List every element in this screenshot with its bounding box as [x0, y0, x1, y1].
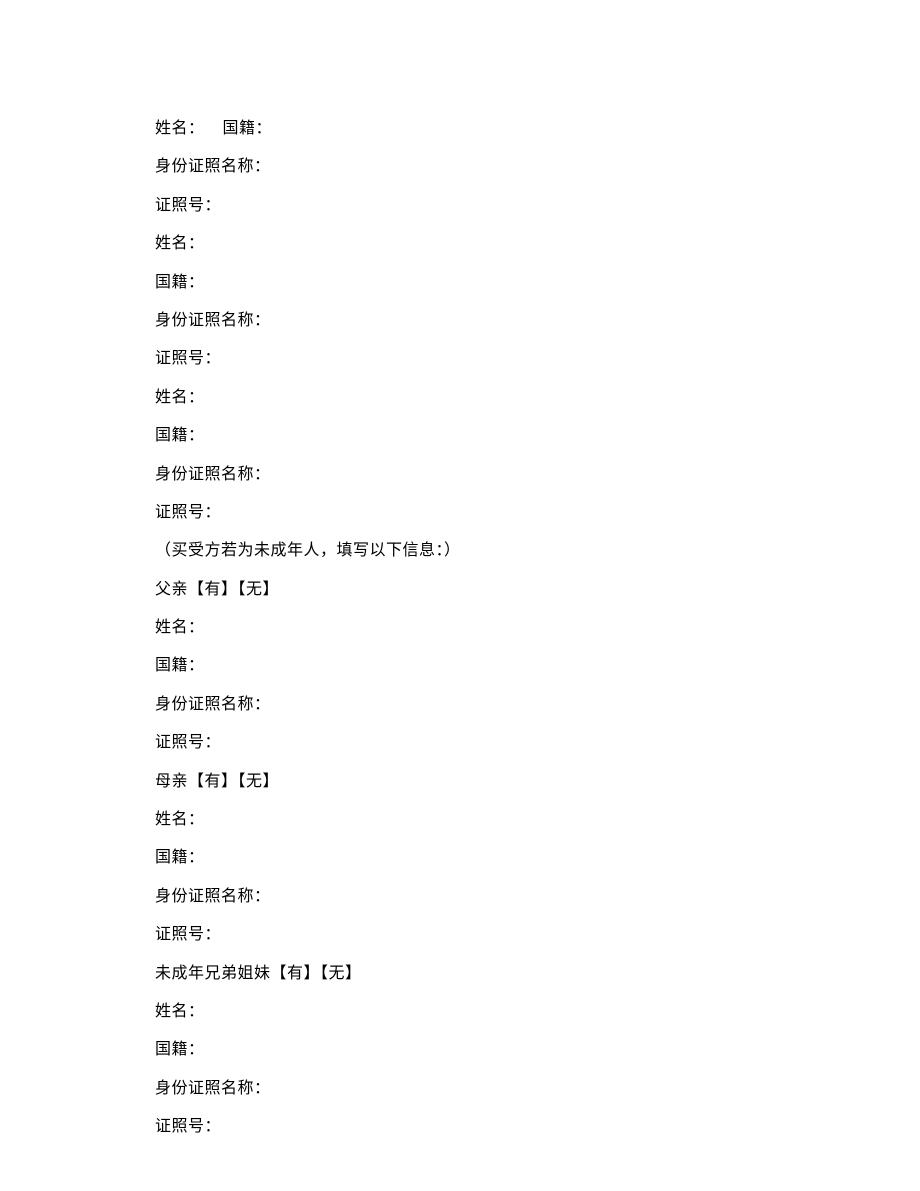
form-line: 国籍：: [155, 1031, 920, 1069]
form-line: 身份证照名称：: [155, 878, 920, 916]
field-label: 未成年兄弟姐妹【有】【无】: [155, 965, 362, 982]
field-label: 身份证照名称：: [155, 1080, 271, 1097]
field-label: 父亲【有】【无】: [155, 581, 279, 598]
form-line: 姓名：: [155, 609, 920, 647]
field-label: 姓名：: [155, 619, 205, 636]
form-line: 姓名：: [155, 379, 920, 417]
field-label: 国籍：: [223, 120, 273, 137]
field-label: 国籍：: [155, 427, 205, 444]
field-label: （买受方若为未成年人，填写以下信息：）: [155, 542, 461, 559]
form-line: 身份证照名称：: [155, 1070, 920, 1108]
field-label: 身份证照名称：: [155, 158, 271, 175]
form-line: 未成年兄弟姐妹【有】【无】: [155, 955, 920, 993]
field-label: 身份证照名称：: [155, 466, 271, 483]
form-line: 证照号：: [155, 916, 920, 954]
field-label: 证照号：: [155, 504, 221, 521]
form-line: 证照号：: [155, 1108, 920, 1146]
field-label: 国籍：: [155, 849, 205, 866]
field-label: 国籍：: [155, 274, 205, 291]
field-label: 母亲【有】【无】: [155, 773, 279, 790]
form-line: 证照号：: [155, 187, 920, 225]
field-label: 证照号：: [155, 350, 221, 367]
field-label: 身份证照名称：: [155, 696, 271, 713]
field-label: 身份证照名称：: [155, 888, 271, 905]
form-line: 国籍：: [155, 264, 920, 302]
form-line: 身份证照名称：: [155, 148, 920, 186]
field-label: 证照号：: [155, 197, 221, 214]
form-line: 身份证照名称：: [155, 302, 920, 340]
form-line: 母亲【有】【无】: [155, 763, 920, 801]
document-body: 姓名： 国籍： 身份证照名称： 证照号： 姓名： 国籍： 身份证照名称： 证照号： 姓名： 国籍：…: [155, 110, 920, 1147]
form-line: 身份证照名称：: [155, 686, 920, 724]
form-line: 姓名：: [155, 801, 920, 839]
field-label: 国籍：: [155, 1041, 205, 1058]
field-label: 姓名：: [155, 811, 205, 828]
form-line: 证照号：: [155, 724, 920, 762]
form-line: 父亲【有】【无】: [155, 571, 920, 609]
form-line: 国籍：: [155, 839, 920, 877]
form-line: 证照号：: [155, 494, 920, 532]
field-label: 证照号：: [155, 1118, 221, 1135]
field-label: 证照号：: [155, 734, 221, 751]
field-label: 身份证照名称：: [155, 312, 271, 329]
field-label: 姓名：: [155, 389, 205, 406]
form-line: 姓名：: [155, 993, 920, 1031]
form-line: 姓名：: [155, 225, 920, 263]
form-line: 国籍：: [155, 417, 920, 455]
form-line: 身份证照名称：: [155, 456, 920, 494]
field-label: 国籍：: [155, 657, 205, 674]
field-label: 证照号：: [155, 926, 221, 943]
field-label: 姓名：: [155, 120, 205, 137]
field-label: 姓名：: [155, 235, 205, 252]
form-line: 证照号：: [155, 340, 920, 378]
form-line: 国籍：: [155, 647, 920, 685]
field-label: 姓名：: [155, 1003, 205, 1020]
form-line: （买受方若为未成年人，填写以下信息：）: [155, 532, 920, 570]
form-line: 姓名： 国籍：: [155, 110, 920, 148]
